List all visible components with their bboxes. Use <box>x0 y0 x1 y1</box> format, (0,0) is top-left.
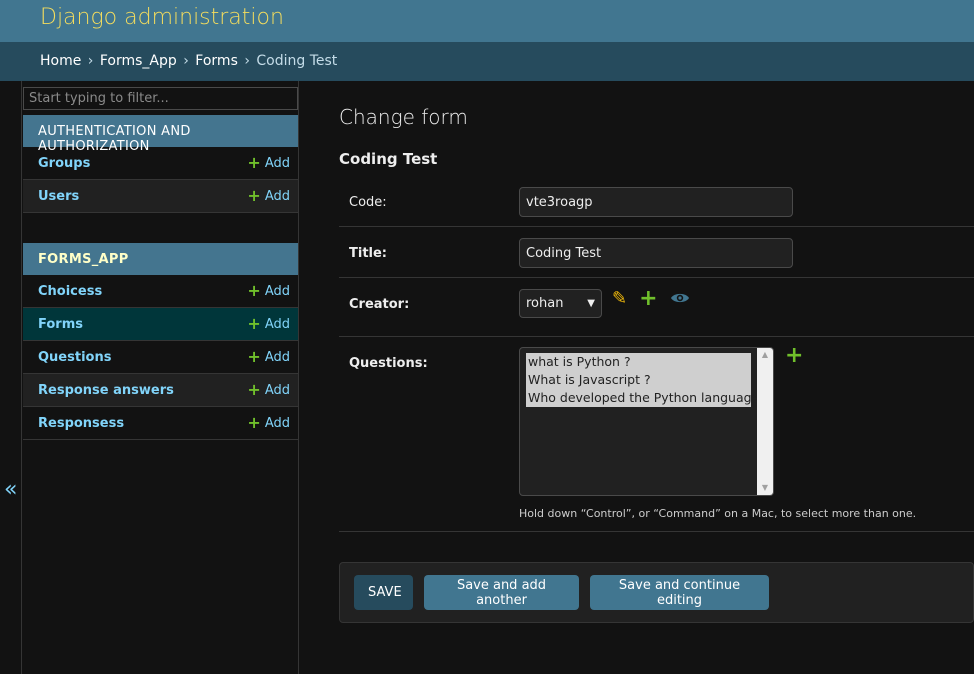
sidebar-item-label[interactable]: Users <box>38 189 79 204</box>
save-and-continue-button[interactable]: Save and continue editing <box>590 575 769 610</box>
add-choicess-button[interactable]: + Add <box>247 283 290 299</box>
add-groups-button[interactable]: + Add <box>247 155 290 171</box>
plus-icon: + <box>247 153 261 172</box>
breadcrumb-separator: › <box>183 53 189 69</box>
plus-icon: + <box>247 281 261 300</box>
sidebar-item-label[interactable]: Choicess <box>38 284 102 299</box>
add-label: Add <box>264 188 290 204</box>
add-response-answers-button[interactable]: + Add <box>247 382 290 398</box>
form-row-questions: Questions: what is Python ? What is Java… <box>339 337 974 532</box>
creator-label: Creator: <box>349 297 410 312</box>
breadcrumb-separator: › <box>87 53 94 69</box>
sidebar-toggle-strip: « <box>0 81 22 674</box>
plus-icon: + <box>247 314 261 333</box>
nav-filter-input[interactable] <box>23 87 298 110</box>
breadcrumb-separator: › <box>244 53 250 69</box>
form-row-creator: Creator: rohan ▼ ✎ + <box>339 278 974 337</box>
sidebar-item-response-answers: Response answers + Add <box>23 374 298 407</box>
add-question-plus-icon[interactable]: + <box>785 343 803 368</box>
chevron-down-icon: ▼ <box>587 298 595 309</box>
question-option[interactable]: What is Javascript ? <box>526 371 751 389</box>
question-option[interactable]: Who developed the Python language? <box>526 389 766 407</box>
code-label: Code: <box>349 195 387 210</box>
add-label: Add <box>264 155 290 171</box>
title-label: Title: <box>349 246 388 261</box>
creator-related-actions: ✎ + <box>612 288 690 310</box>
questions-options: what is Python ? What is Javascript ? Wh… <box>526 353 766 407</box>
plus-icon: + <box>247 347 261 366</box>
add-questions-button[interactable]: + Add <box>247 349 290 365</box>
add-forms-button[interactable]: + Add <box>247 316 290 332</box>
sidebar-item-label[interactable]: Forms <box>38 317 83 332</box>
save-button[interactable]: SAVE <box>354 575 413 610</box>
add-label: Add <box>264 382 290 398</box>
plus-icon: + <box>247 186 261 205</box>
add-users-button[interactable]: + Add <box>247 188 290 204</box>
scroll-down-arrow-icon[interactable]: ▼ <box>757 481 773 495</box>
site-header: Django administration <box>0 0 974 42</box>
sidebar-item-questions: Questions + Add <box>23 341 298 374</box>
save-and-add-another-button[interactable]: Save and add another <box>424 575 579 610</box>
module-caption-auth[interactable]: AUTHENTICATION AND AUTHORIZATION <box>23 115 298 154</box>
code-field[interactable] <box>519 187 793 217</box>
form-row-title: Title: <box>339 227 974 278</box>
sidebar-item-label[interactable]: Groups <box>38 156 90 171</box>
add-label: Add <box>264 415 290 431</box>
module-caption-forms-app[interactable]: FORMS_APP <box>23 243 298 275</box>
object-title: Coding Test <box>339 150 438 168</box>
questions-multiselect[interactable]: what is Python ? What is Javascript ? Wh… <box>519 347 774 496</box>
breadcrumb-app[interactable]: Forms_App <box>100 53 177 69</box>
module-forms-app: FORMS_APP Choicess + Add Forms + Add Que… <box>23 243 298 440</box>
scroll-up-arrow-icon[interactable]: ▲ <box>757 348 773 362</box>
plus-icon: + <box>247 413 261 432</box>
creator-selected-value: rohan <box>526 296 564 311</box>
title-field[interactable] <box>519 238 793 268</box>
breadcrumb: Home › Forms_App › Forms › Coding Test <box>0 42 974 81</box>
plus-icon: + <box>247 380 261 399</box>
site-name[interactable]: Django administration <box>40 5 284 30</box>
sidebar-item-label[interactable]: Response answers <box>38 383 174 398</box>
add-label: Add <box>264 349 290 365</box>
module-auth: AUTHENTICATION AND AUTHORIZATION Groups … <box>23 115 298 213</box>
form-row-code: Code: <box>339 177 974 227</box>
question-option[interactable]: what is Python ? <box>526 353 751 371</box>
add-responsess-button[interactable]: + Add <box>247 415 290 431</box>
breadcrumb-current: Coding Test <box>256 53 338 69</box>
creator-select[interactable]: rohan ▼ <box>519 289 602 318</box>
sidebar-item-responsess: Responsess + Add <box>23 407 298 440</box>
add-creator-plus-icon[interactable]: + <box>639 288 657 310</box>
view-creator-eye-icon[interactable] <box>670 291 690 308</box>
breadcrumb-home[interactable]: Home <box>40 53 81 69</box>
breadcrumb-model[interactable]: Forms <box>195 53 238 69</box>
nav-sidebar: AUTHENTICATION AND AUTHORIZATION Groups … <box>23 81 299 674</box>
sidebar-item-label[interactable]: Responsess <box>38 416 124 431</box>
sidebar-item-label[interactable]: Questions <box>38 350 111 365</box>
page-title: Change form <box>339 105 468 129</box>
questions-label: Questions: <box>349 356 428 371</box>
sidebar-item-users: Users + Add <box>23 180 298 213</box>
sidebar-item-choicess: Choicess + Add <box>23 275 298 308</box>
submit-row: SAVE Save and add another Save and conti… <box>339 562 974 623</box>
questions-help-text: Hold down “Control”, or “Command” on a M… <box>519 507 917 520</box>
change-creator-pencil-icon[interactable]: ✎ <box>612 290 627 308</box>
add-label: Add <box>264 316 290 332</box>
questions-scrollbar[interactable]: ▲ ▼ <box>757 348 773 495</box>
add-label: Add <box>264 283 290 299</box>
collapse-sidebar-icon[interactable]: « <box>4 479 17 501</box>
sidebar-item-forms: Forms + Add <box>23 308 298 341</box>
